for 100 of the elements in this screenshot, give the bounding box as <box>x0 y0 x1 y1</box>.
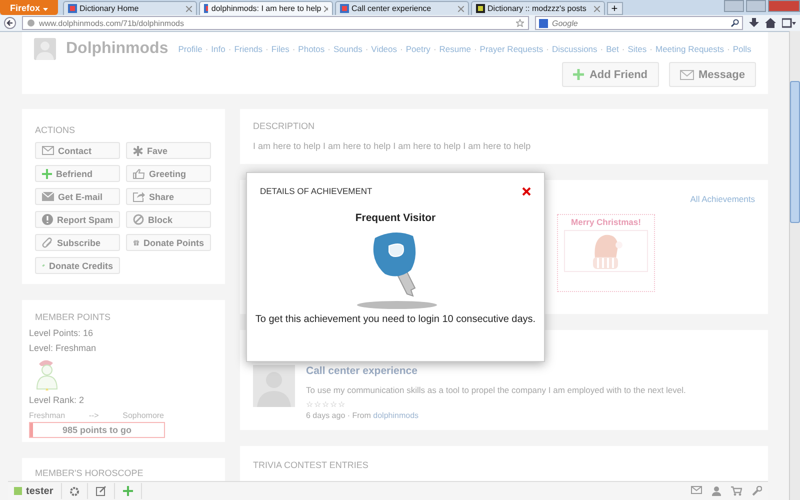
profile-nav-link[interactable]: Sites <box>628 44 647 54</box>
edit-icon[interactable] <box>96 486 106 496</box>
thumbs-up-icon <box>133 168 145 178</box>
paperclip-icon <box>42 237 53 248</box>
achievement-title: Merry Christmas! <box>571 217 641 227</box>
envelope-icon <box>680 70 694 80</box>
achievement-card[interactable]: Merry Christmas! <box>557 214 655 292</box>
action-button[interactable]: Share <box>126 188 211 205</box>
browser-tab[interactable]: Call center experience <box>334 1 469 15</box>
separator-dot: · <box>546 44 549 54</box>
home-icon[interactable] <box>765 18 776 28</box>
level-badge-drawing <box>35 358 59 392</box>
address-bar[interactable]: www.dolphinmods.com/71b/dolphinmods <box>22 16 529 30</box>
settings-icon[interactable] <box>70 486 80 496</box>
action-button[interactable]: Block <box>126 211 211 228</box>
plus-icon <box>573 69 584 80</box>
username[interactable]: tester <box>26 486 54 496</box>
profile-nav-link[interactable]: Friends <box>234 44 263 54</box>
back-arrow-icon[interactable] <box>4 17 16 29</box>
separator-dot: · <box>328 44 330 54</box>
post-meta: 6 days ago · From <box>306 411 371 420</box>
message-button[interactable]: Message <box>668 62 756 87</box>
minimize-icon[interactable] <box>724 0 744 12</box>
search-icon[interactable] <box>731 19 739 27</box>
star-icon: ☆ <box>314 400 321 409</box>
menu-icon[interactable] <box>782 18 796 28</box>
all-achievements-link[interactable]: All Achievements <box>690 194 755 204</box>
firefox-menu-button[interactable]: Firefox <box>0 0 58 15</box>
separator-dot: · <box>622 44 625 54</box>
modal-title: DETAILS OF ACHIEVEMENT <box>260 186 372 196</box>
section-title: MEMBER'S HOROSCOPE <box>35 468 144 478</box>
browser-tab[interactable]: Dictionary Home <box>62 1 197 15</box>
new-tab-button[interactable]: + <box>606 2 623 15</box>
profile-nav-link[interactable]: Discussions <box>552 44 598 54</box>
star-icon: ☆ <box>330 400 337 409</box>
separator-dot: · <box>600 44 604 54</box>
envelope-icon <box>42 192 54 201</box>
close-window-icon[interactable] <box>768 0 800 12</box>
action-button[interactable]: Contact <box>35 142 120 159</box>
profile-nav-link[interactable]: Files <box>271 44 290 54</box>
action-button[interactable]: Fave <box>126 142 211 159</box>
profile-nav-link[interactable]: Poetry <box>406 44 430 54</box>
separator-dot: · <box>266 44 268 54</box>
search-engine-icon <box>539 18 548 28</box>
profile-nav-link[interactable]: Info <box>211 44 226 54</box>
wrench-icon[interactable] <box>752 486 762 496</box>
caret-icon <box>42 8 48 10</box>
post-text: To use my communication skills as a tool to propel the company I am employed with to the next level. <box>306 385 686 395</box>
scrollbar[interactable] <box>789 31 800 500</box>
search-field[interactable]: Google <box>535 16 743 30</box>
favicon-icon <box>68 4 77 13</box>
profile-nav-link[interactable]: Resume <box>439 44 471 54</box>
profile-nav-link[interactable]: Profile <box>178 44 202 54</box>
action-button[interactable]: Subscribe <box>35 234 120 251</box>
separator-dot: · <box>650 44 652 54</box>
plus-icon <box>42 168 52 178</box>
close-icon[interactable] <box>186 6 192 12</box>
action-button[interactable]: Donate Points <box>126 234 211 251</box>
close-icon[interactable] <box>458 6 464 12</box>
maximize-icon[interactable] <box>746 0 766 12</box>
profile-nav-link[interactable]: Polls <box>732 44 752 54</box>
post-title[interactable]: Call center experience <box>306 365 686 377</box>
action-button[interactable]: Get E-mail <box>35 188 120 205</box>
action-button[interactable]: Befriend <box>35 165 120 182</box>
profile-nav-link[interactable]: Prayer Requests <box>480 44 544 54</box>
alert-icon <box>42 214 53 225</box>
section-title: MEMBER POINTS <box>35 312 112 322</box>
profile-nav-link[interactable]: Videos <box>371 44 398 54</box>
block-icon <box>133 214 144 225</box>
star-icon[interactable] <box>516 19 524 27</box>
close-icon[interactable] <box>594 6 600 12</box>
person-icon[interactable] <box>712 486 721 496</box>
profile-nav-link[interactable]: Photos <box>298 44 325 54</box>
add-friend-button[interactable]: Add Friend <box>562 62 659 87</box>
points-text: Level Rank: 2 <box>29 395 86 405</box>
profile-nav-link[interactable]: Sounds <box>333 44 362 54</box>
progress-label: 985 points to go <box>61 424 132 437</box>
separator-dot: · <box>205 44 208 54</box>
separator-dot: · <box>474 44 477 54</box>
star-rating[interactable]: ☆☆☆☆☆ <box>306 400 686 409</box>
browser-tab[interactable]: Dictionary :: modzzz's posts <box>470 1 605 15</box>
close-icon[interactable] <box>522 186 531 196</box>
star-icon: ☆ <box>306 400 313 409</box>
user-silhouette-icon <box>253 365 295 407</box>
avatar-icon <box>34 38 56 60</box>
envelope-icon[interactable] <box>691 486 702 494</box>
cart-icon[interactable] <box>731 486 742 496</box>
profile-nav-link[interactable]: Meeting Requests <box>656 44 724 54</box>
star-icon: ☆ <box>338 400 345 409</box>
profile-nav-link[interactable]: Bet <box>606 44 619 54</box>
achievement-requirement: To get this achievement you need to login 10 consecutive days. <box>255 314 536 325</box>
plus-icon[interactable] <box>123 486 134 496</box>
browser-tab[interactable]: dolphinmods: I am here to help <box>198 1 333 15</box>
author-link[interactable]: dolphinmods <box>373 411 419 420</box>
action-button[interactable]: Report Spam <box>35 211 120 228</box>
close-icon[interactable] <box>324 6 328 12</box>
level-label: Sophomore <box>122 411 164 420</box>
action-button[interactable]: Greeting <box>126 165 211 182</box>
download-icon[interactable] <box>749 18 759 28</box>
action-button[interactable]: Donate Credits <box>35 257 120 274</box>
